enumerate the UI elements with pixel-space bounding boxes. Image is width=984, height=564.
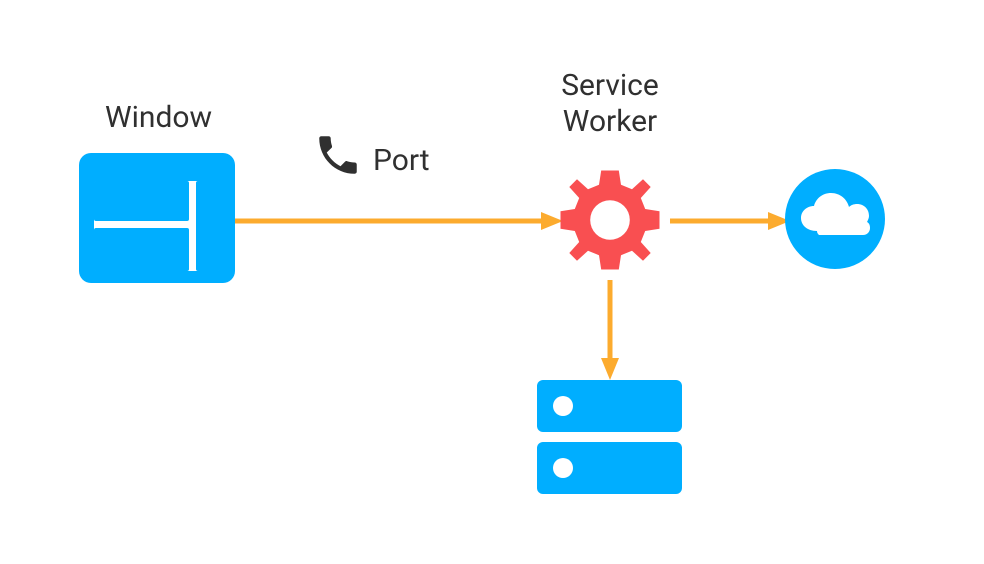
arrow-gear-to-cloud	[670, 211, 790, 231]
arrow-gear-to-database	[600, 280, 620, 380]
port-label: Port	[373, 143, 430, 178]
database-icon	[537, 380, 682, 495]
arrow-window-to-gear	[235, 211, 563, 231]
gear-icon	[555, 165, 665, 275]
window-label: Window	[105, 100, 212, 135]
phone-icon	[313, 130, 363, 180]
service-worker-line2: Worker	[563, 104, 657, 139]
cloud-icon	[785, 169, 885, 269]
service-worker-label: Service Worker	[555, 68, 665, 140]
service-worker-line1: Service	[561, 68, 659, 103]
window-icon	[79, 153, 235, 283]
